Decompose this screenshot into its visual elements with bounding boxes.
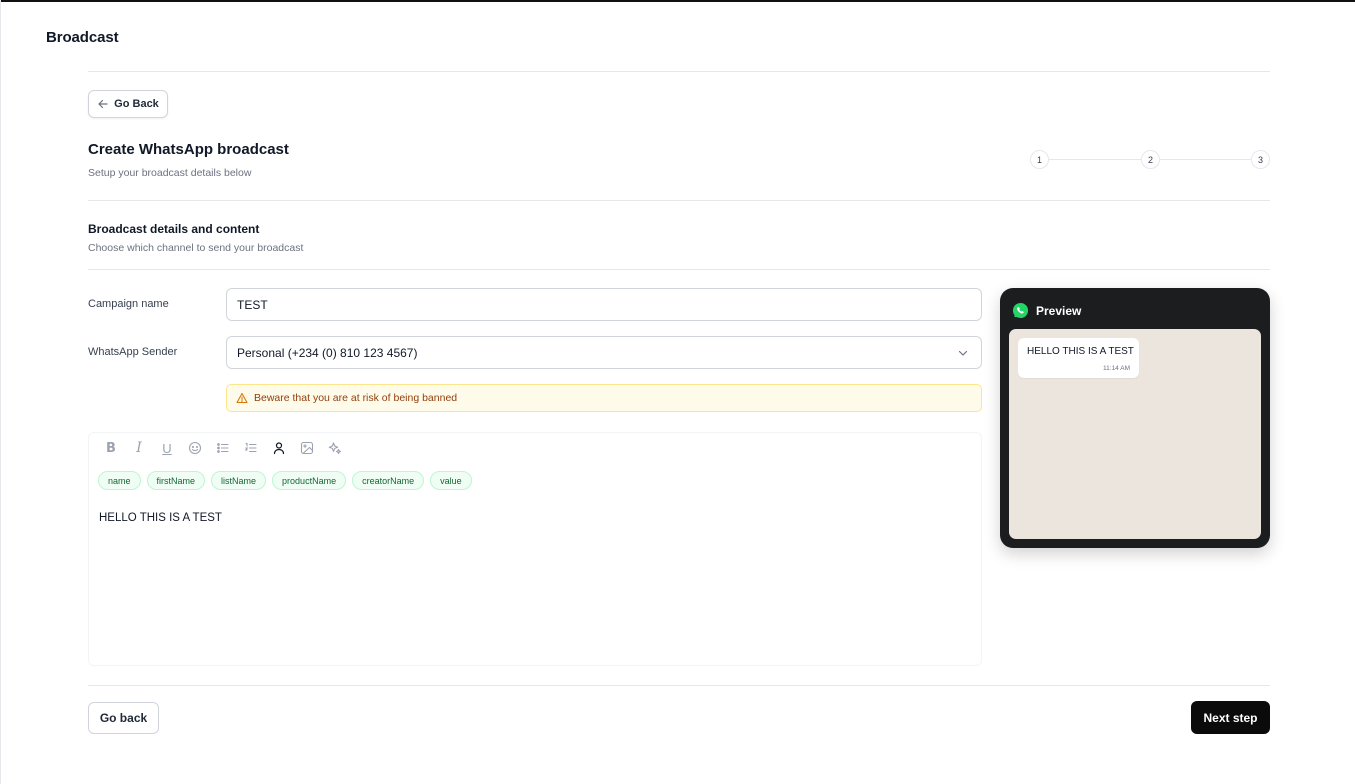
bold-icon[interactable]: B [104,441,118,456]
campaign-name-label: Campaign name [88,298,169,310]
step-connector [1160,159,1252,160]
variable-tags: name firstName listName productName crea… [98,471,472,490]
underline-icon[interactable]: U [160,441,174,456]
chevron-down-icon [958,350,968,356]
page-title: Create WhatsApp broadcast [88,141,289,158]
emoji-icon[interactable] [188,441,202,455]
preview-panel: Preview HELLO THIS IS A TEST 11:14 AM [1000,288,1270,548]
whatsapp-sender-value: Personal (+234 (0) 810 123 4567) [237,345,418,360]
step-2: 2 [1141,150,1160,169]
ban-warning-banner: Beware that you are at risk of being ban… [226,384,982,412]
image-icon[interactable] [300,441,314,455]
warning-triangle-icon [236,392,248,404]
whatsapp-icon [1012,302,1029,319]
window-left-border [0,0,1,784]
editor-content[interactable]: HELLO THIS IS A TEST [99,512,222,524]
tag-productname[interactable]: productName [272,471,347,490]
tag-listname[interactable]: listName [211,471,267,490]
page-subtitle: Setup your broadcast details below [88,167,252,179]
app-title: Broadcast [46,29,119,46]
stepper: 1 2 3 [1030,150,1270,170]
window-top-border [0,0,1355,2]
tag-creatorname[interactable]: creatorName [352,471,425,490]
bullet-list-icon[interactable] [216,441,230,455]
message-time: 11:14 AM [1103,365,1130,372]
header-divider [88,71,1270,72]
section-divider [88,200,1270,201]
section-subtitle: Choose which channel to send your broadc… [88,242,304,254]
warning-text: Beware that you are at risk of being ban… [254,392,458,404]
preview-header: Preview [1012,302,1081,319]
message-bubble: HELLO THIS IS A TEST 11:14 AM [1018,338,1139,378]
campaign-name-input[interactable]: TEST [226,288,982,321]
preview-title: Preview [1036,303,1082,318]
numbered-list-icon[interactable] [244,441,258,455]
tag-name[interactable]: name [98,471,141,490]
step-3: 3 [1251,150,1270,169]
form-divider [88,269,1270,270]
sparkle-icon[interactable] [328,441,342,455]
go-back-label: Go Back [114,98,159,110]
whatsapp-sender-label: WhatsApp Sender [88,346,178,358]
whatsapp-sender-select[interactable]: Personal (+234 (0) 810 123 4567) [226,336,982,369]
tag-firstname[interactable]: firstName [146,471,206,490]
go-back-button[interactable]: Go Back [88,90,168,118]
italic-icon[interactable]: I [132,440,146,456]
step-connector [1049,159,1141,160]
message-editor[interactable]: B I U name firstName listName productNam… [88,432,982,666]
tag-value[interactable]: value [430,471,472,490]
next-step-button[interactable]: Next step [1191,701,1270,734]
step-1: 1 [1030,150,1049,169]
person-icon[interactable] [272,441,286,455]
chat-area: HELLO THIS IS A TEST 11:14 AM [1009,329,1261,539]
footer-divider [88,685,1270,686]
editor-toolbar: B I U [104,440,342,456]
message-text: HELLO THIS IS A TEST [1027,346,1134,357]
section-title: Broadcast details and content [88,222,260,236]
go-back-footer-button[interactable]: Go back [88,702,159,734]
campaign-name-value: TEST [237,297,268,312]
arrow-left-icon [98,99,108,109]
